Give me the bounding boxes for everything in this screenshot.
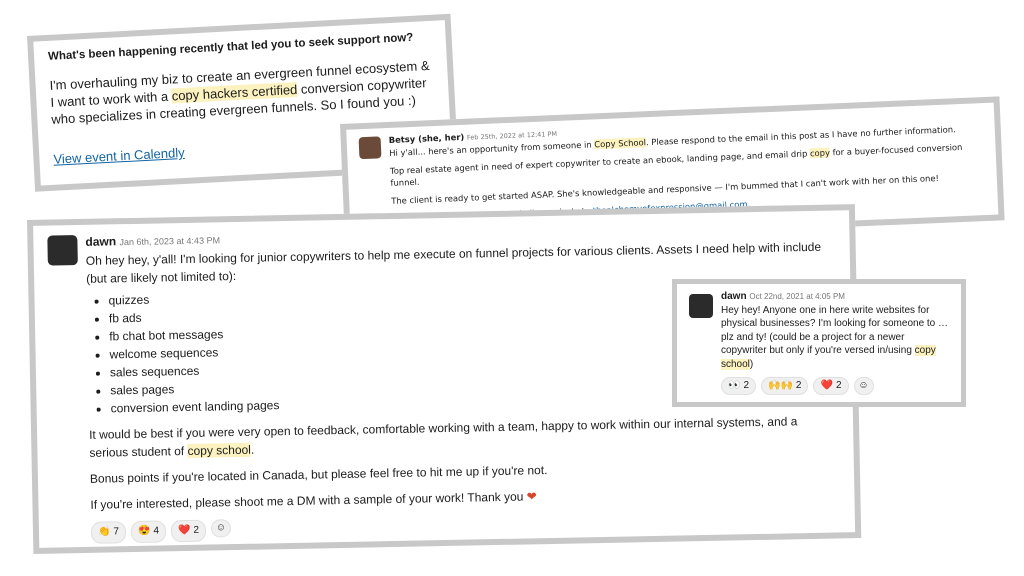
- heart-icon: ❤️: [820, 380, 833, 392]
- highlight-copy-school: copy school: [187, 442, 252, 458]
- sender-name[interactable]: Betsy (she, her): [389, 132, 465, 145]
- reaction-clap[interactable]: 👏 7: [90, 521, 127, 544]
- reaction-raised-hands[interactable]: 🙌🙌 2: [761, 377, 809, 395]
- heart-icon: ❤️: [177, 524, 191, 537]
- avatar[interactable]: [689, 294, 713, 318]
- timestamp[interactable]: Jan 6th, 2023 at 4:43 PM: [119, 235, 220, 247]
- raised-hands-icon: 🙌🙌: [768, 380, 793, 392]
- add-reaction-icon[interactable]: ☺: [210, 519, 232, 538]
- view-event-link[interactable]: View event in Calendly: [53, 145, 185, 167]
- sender-name[interactable]: dawn: [721, 291, 747, 302]
- avatar[interactable]: [47, 235, 78, 266]
- reaction-heart[interactable]: ❤️ 2: [813, 377, 849, 395]
- reaction-heart-eyes[interactable]: 😍 4: [130, 520, 167, 544]
- reactions-bar: 👀 2 🙌🙌 2 ❤️ 2 ☺: [721, 377, 951, 395]
- dawn-small-message-card: dawn Oct 22nd, 2021 at 4:05 PM Hey hey! …: [672, 279, 966, 407]
- eyes-icon: 👀: [728, 380, 741, 392]
- reaction-heart[interactable]: ❤️ 2: [170, 519, 207, 543]
- calendly-answer: I'm overhauling my biz to create an ever…: [49, 57, 430, 127]
- timestamp[interactable]: Oct 22nd, 2021 at 4:05 PM: [749, 292, 845, 301]
- reactions-bar: 👏 7 😍 4 ❤️ 2 ☺: [90, 507, 841, 544]
- message-paragraph: It would be best if you were very open t…: [89, 414, 798, 460]
- add-reaction-icon[interactable]: ☺: [853, 377, 874, 395]
- clap-icon: 👏: [97, 526, 111, 538]
- avatar[interactable]: [358, 136, 382, 160]
- reaction-eyes[interactable]: 👀 2: [721, 377, 757, 395]
- heart-icon: ❤: [526, 489, 537, 504]
- calendly-question: What's been happening recently that led …: [47, 31, 414, 63]
- message-text: Hey hey! Anyone one in here write websit…: [721, 304, 949, 370]
- heart-eyes-icon: 😍: [137, 525, 151, 537]
- sender-name[interactable]: dawn: [85, 234, 116, 249]
